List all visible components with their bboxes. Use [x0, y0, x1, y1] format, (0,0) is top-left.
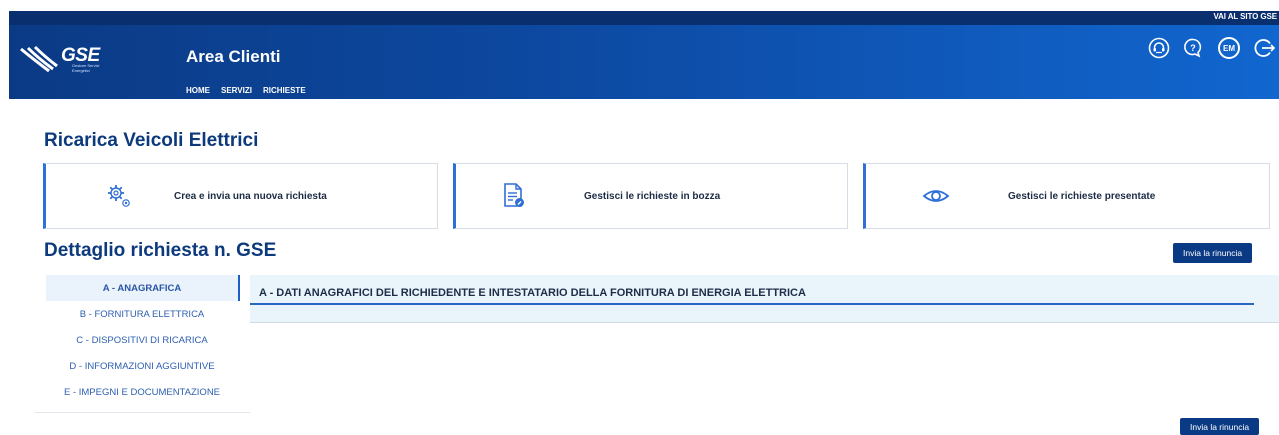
user-avatar[interactable]: EM [1218, 37, 1240, 59]
sidenav-divider [34, 412, 250, 413]
gse-site-link[interactable]: VAI AL SITO GSE [1213, 12, 1277, 21]
sidenav-item-impegni[interactable]: E - IMPEGNI E DOCUMENTAZIONE [34, 379, 250, 405]
gse-swoosh-icon [20, 45, 58, 73]
main-nav: HOME SERVIZI RICHIESTE [186, 86, 306, 95]
card-draft-requests[interactable]: Gestisci le richieste in bozza [453, 163, 848, 229]
help-chat-icon[interactable]: ? [1183, 37, 1205, 59]
logout-icon[interactable] [1253, 37, 1275, 59]
page-title: Ricarica Veicoli Elettrici [44, 130, 259, 151]
section-title: A - DATI ANAGRAFICI DEL RICHIEDENTE E IN… [259, 287, 806, 299]
nav-richieste[interactable]: RICHIESTE [263, 86, 306, 95]
card-submitted-requests[interactable]: Gestisci le richieste presentate [863, 163, 1270, 229]
gse-logo[interactable]: GSE Gestore Servizi Energetici [19, 41, 109, 81]
nav-home[interactable]: HOME [186, 86, 210, 95]
draft-document-icon [504, 183, 524, 207]
app-title: Area Clienti [186, 47, 281, 66]
app-header: GSE Gestore Servizi Energetici Area Clie… [9, 25, 1279, 99]
card-label: Gestisci le richieste presentate [1008, 191, 1156, 202]
detail-title: Dettaglio richiesta n. GSE [44, 240, 277, 261]
sidenav-item-fornitura[interactable]: B - FORNITURA ELETTRICA [34, 301, 250, 327]
header-actions: ? EM [1148, 37, 1275, 59]
eye-icon [922, 190, 950, 202]
withdraw-button-top[interactable]: Invia la rinuncia [1173, 243, 1253, 263]
sidenav-item-dispositivi[interactable]: C - DISPOSITIVI DI RICARICA [34, 327, 250, 353]
support-headset-icon[interactable] [1148, 37, 1170, 59]
section-divider [250, 303, 1254, 305]
section-panel: A - DATI ANAGRAFICI DEL RICHIEDENTE E IN… [250, 275, 1279, 323]
withdraw-button-bottom[interactable]: Invia la rinuncia [1180, 418, 1260, 435]
card-new-request[interactable]: Crea e invia una nuova richiesta [43, 163, 438, 229]
card-label: Crea e invia una nuova richiesta [174, 191, 327, 202]
nav-servizi[interactable]: SERVIZI [221, 86, 252, 95]
section-sidenav: A - ANAGRAFICA B - FORNITURA ELETTRICA C… [34, 275, 250, 405]
card-label: Gestisci le richieste in bozza [584, 191, 721, 202]
top-utility-bar: VAI AL SITO GSE [9, 11, 1279, 25]
gears-icon [108, 185, 130, 207]
sidenav-item-anagrafica[interactable]: A - ANAGRAFICA [46, 275, 240, 301]
logo-subtitle: Gestore Servizi Energetici [72, 63, 100, 73]
svg-text:?: ? [1190, 43, 1196, 53]
sidenav-item-informazioni[interactable]: D - INFORMAZIONI AGGIUNTIVE [34, 353, 250, 379]
